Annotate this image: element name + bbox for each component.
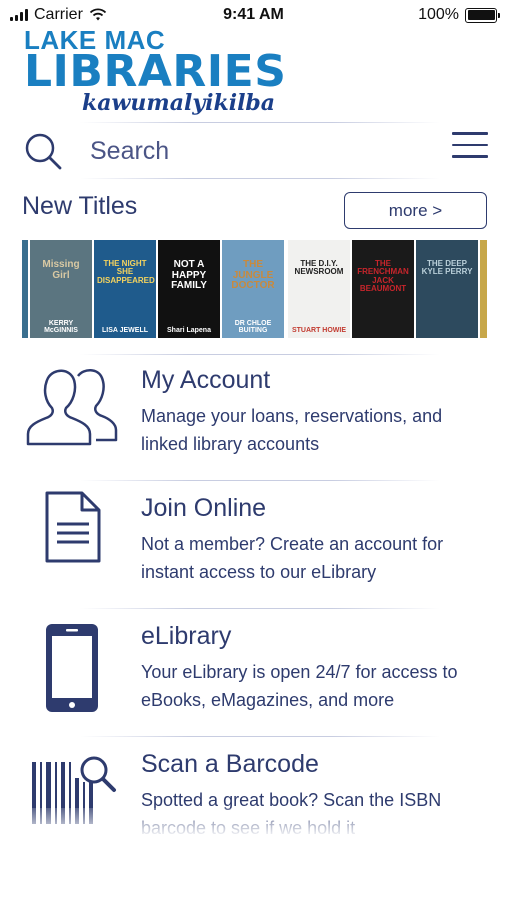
divider	[80, 122, 440, 123]
book-title: THE DEEP KYLE PERRY	[421, 259, 473, 277]
book-title: Missing Girl	[42, 259, 80, 281]
book-cover[interactable]	[22, 240, 28, 338]
divider	[80, 480, 440, 481]
search-input[interactable]	[90, 134, 410, 168]
book-cover[interactable]: THE JUNGLE DOCTOR DR CHLOE BUITING	[222, 240, 284, 338]
feature-description: Your eLibrary is open 24/7 for access to…	[141, 662, 458, 710]
divider	[80, 736, 440, 737]
feature-my-account[interactable]: My Account Manage your loans, reservatio…	[0, 366, 507, 494]
feature-title: Scan a Barcode	[141, 750, 319, 778]
book-author: DR CHLOE BUITING	[234, 319, 272, 335]
feature-title: My Account	[141, 366, 271, 394]
scroll-fade	[0, 808, 507, 838]
feature-title: Join Online	[141, 494, 267, 522]
divider	[80, 178, 440, 179]
book-title: THE D.I.Y. NEWSROOM	[294, 259, 344, 277]
logo-line-3: kawumalyikilba	[82, 90, 276, 116]
book-cover[interactable]: THE DEEP KYLE PERRY	[416, 240, 478, 338]
book-title: NOT A HAPPY FAMILY	[171, 259, 207, 291]
book-title: THE FRENCHMAN JACK BEAUMONT	[357, 259, 409, 294]
logo-line-2: LIBRARIES	[24, 46, 287, 97]
feature-elibrary[interactable]: eLibrary Your eLibrary is open 24/7 for …	[0, 622, 507, 750]
feature-description: Not a member? Create an account for inst…	[141, 534, 444, 582]
book-author: Shari Lapena	[167, 327, 211, 335]
divider	[80, 354, 440, 355]
divider	[80, 608, 440, 609]
book-title: THE JUNGLE DOCTOR	[231, 259, 275, 291]
users-icon	[26, 369, 118, 446]
book-author: STUART HOWIE	[291, 327, 347, 335]
book-cover[interactable]: THE D.I.Y. NEWSROOM STUART HOWIE	[288, 240, 350, 338]
book-cover[interactable]: Missing Girl KERRY McGINNIS	[30, 240, 92, 338]
feature-join-online[interactable]: Join Online Not a member? Create an acco…	[0, 491, 507, 622]
search-bar	[0, 124, 507, 178]
feature-description: Manage your loans, reservations, and lin…	[141, 406, 443, 454]
book-cover[interactable]	[480, 240, 487, 338]
book-cover[interactable]: THE FRENCHMAN JACK BEAUMONT	[352, 240, 414, 338]
more-titles-button[interactable]: more >	[344, 192, 487, 229]
book-author: KERRY McGINNIS	[44, 319, 78, 335]
book-title: THE NIGHT SHE DISAPPEARED	[97, 259, 155, 285]
search-icon[interactable]	[22, 130, 64, 172]
new-titles-heading: New Titles	[22, 192, 138, 220]
book-cover[interactable]: THE NIGHT SHE DISAPPEARED LISA JEWELL	[94, 240, 156, 338]
book-carousel[interactable]: Missing Girl KERRY McGINNIS THE NIGHT SHE …	[22, 240, 487, 338]
feature-title: eLibrary	[141, 622, 232, 650]
book-author: LISA JEWELL	[101, 327, 149, 335]
document-icon	[45, 491, 101, 563]
battery-icon	[465, 7, 500, 23]
smartphone-icon	[46, 624, 98, 712]
book-cover[interactable]: NOT A HAPPY FAMILY Shari Lapena	[158, 240, 220, 338]
hamburger-menu-icon[interactable]	[452, 132, 488, 162]
battery-percent: 100%	[418, 6, 459, 23]
library-logo: LAKE MAC LIBRARIES kawumalyikilba	[24, 27, 287, 116]
